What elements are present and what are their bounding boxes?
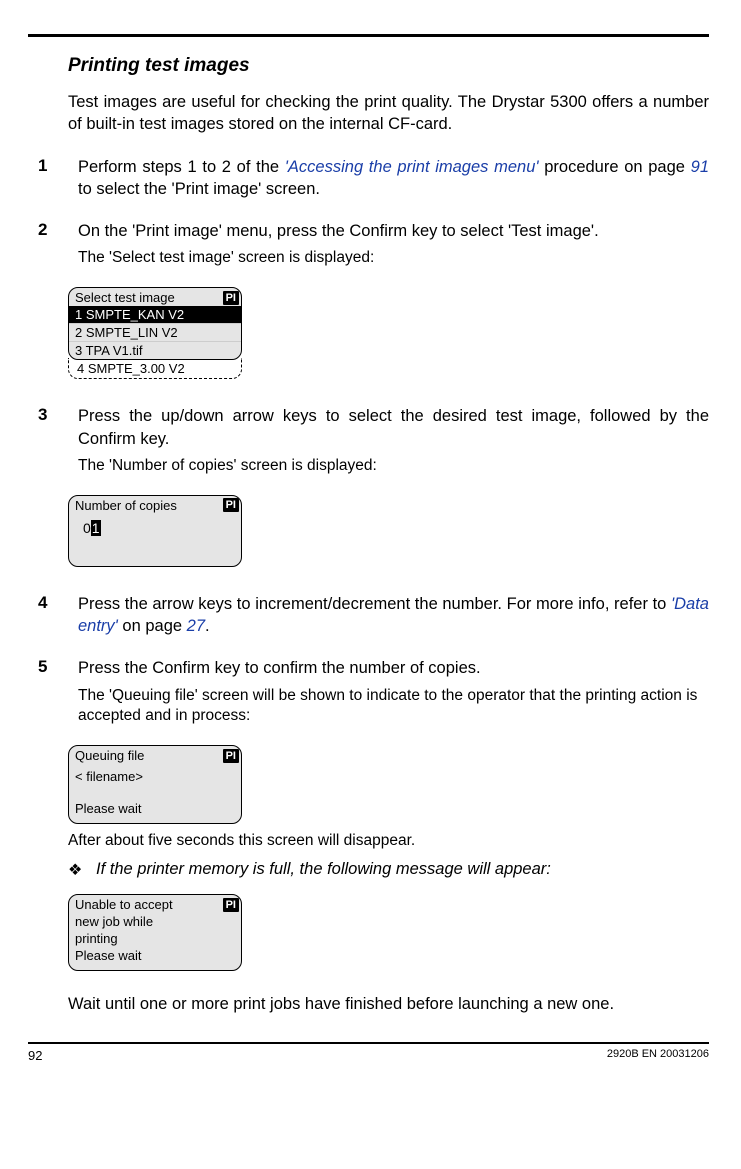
lcd-body: < filename> Please wait (69, 764, 241, 823)
step-2: 2 On the 'Print image' menu, press the C… (28, 220, 709, 279)
step-number: 3 (28, 405, 78, 486)
lcd-unable-to-accept: Unable to accept PI new job while printi… (68, 894, 242, 971)
lcd-row-selected: 1 SMPTE_KAN V2 (69, 306, 241, 323)
page-number: 92 (28, 1048, 56, 1063)
lcd-title: Select test image (75, 290, 219, 305)
lcd-title: Number of copies (75, 498, 219, 513)
section-title: Printing test images (68, 55, 709, 77)
intro-text: Test images are useful for checking the … (68, 91, 709, 136)
copies-value: 01 (69, 514, 241, 546)
digit-highlight: 1 (91, 520, 101, 536)
step-number: 5 (28, 657, 78, 737)
lcd-line: < filename> (75, 768, 235, 785)
lcd-frame: Number of copies PI 01 (68, 495, 242, 567)
step-3: 3 Press the up/down arrow keys to select… (28, 405, 709, 486)
after-screen-text: After about five seconds this screen wil… (68, 832, 709, 850)
pi-badge: PI (223, 749, 239, 763)
lcd-line: Please wait (75, 800, 235, 817)
text: Press the arrow keys to increment/decrem… (78, 595, 671, 613)
step-body: Perform steps 1 to 2 of the 'Accessing t… (78, 156, 709, 201)
sub-text: The 'Queuing file' screen will be shown … (78, 686, 709, 728)
lcd-header: Select test image PI (69, 288, 241, 306)
step-1: 1 Perform steps 1 to 2 of the 'Accessing… (28, 156, 709, 201)
text: on page (118, 617, 187, 635)
sub-text: The 'Select test image' screen is displa… (78, 248, 709, 269)
step-body: Press the arrow keys to increment/decrem… (78, 593, 709, 638)
footer: 92 2920B EN 20031206 (28, 1046, 709, 1073)
text: On the 'Print image' menu, press the Con… (78, 222, 599, 240)
step-body: Press the up/down arrow keys to select t… (78, 405, 709, 486)
lcd-line: new job while (75, 913, 235, 930)
lcd-row: 4 SMPTE_3.00 V2 (69, 360, 241, 378)
lcd-header: Unable to accept PI (69, 895, 241, 913)
lcd-title: Queuing file (75, 748, 219, 763)
pi-badge: PI (223, 898, 239, 912)
step-body: Press the Confirm key to confirm the num… (78, 657, 709, 737)
step-5: 5 Press the Confirm key to confirm the n… (28, 657, 709, 737)
text: to select the 'Print image' screen. (78, 180, 320, 198)
doc-id: 2920B EN 20031206 (56, 1048, 709, 1063)
step-body: On the 'Print image' menu, press the Con… (78, 220, 709, 279)
lcd-body: new job while printing Please wait (69, 913, 241, 970)
page-ref-27[interactable]: 27 (187, 617, 205, 635)
lcd-line: printing (75, 930, 235, 947)
closing-text: Wait until one or more print jobs have f… (68, 993, 709, 1015)
lcd-frame: Select test image PI 1 SMPTE_KAN V2 2 SM… (68, 287, 242, 360)
text: Press the up/down arrow keys to select t… (78, 407, 709, 447)
step-number: 1 (28, 156, 78, 201)
note: ❖ If the printer memory is full, the fol… (68, 860, 709, 880)
lcd-frame: Unable to accept PI new job while printi… (68, 894, 242, 971)
lcd-row: 2 SMPTE_LIN V2 (69, 323, 241, 341)
footer-rule (28, 1042, 709, 1044)
step-number: 2 (28, 220, 78, 279)
pi-badge: PI (223, 291, 239, 305)
lcd-title: Unable to accept (75, 897, 219, 912)
top-rule (28, 34, 709, 37)
lcd-header: Queuing file PI (69, 746, 241, 764)
sub-text: The 'Number of copies' screen is display… (78, 456, 709, 477)
text: . (205, 617, 210, 635)
text: Perform steps 1 to 2 of the (78, 158, 285, 176)
lcd-row: 3 TPA V1.tif (69, 341, 241, 359)
lcd-overflow: 4 SMPTE_3.00 V2 (68, 358, 242, 379)
step-4: 4 Press the arrow keys to increment/decr… (28, 593, 709, 638)
pi-badge: PI (223, 498, 239, 512)
lcd-line: Please wait (75, 947, 235, 964)
page-ref-91[interactable]: 91 (691, 158, 709, 176)
link-accessing-menu[interactable]: 'Accessing the print images menu' (285, 158, 539, 176)
text: Press the Confirm key to confirm the num… (78, 659, 481, 677)
lcd-frame: Queuing file PI < filename> Please wait (68, 745, 242, 824)
diamond-icon: ❖ (68, 860, 96, 880)
digit: 0 (83, 520, 91, 536)
note-text: If the printer memory is full, the follo… (96, 860, 709, 879)
step-number: 4 (28, 593, 78, 638)
lcd-select-test-image: Select test image PI 1 SMPTE_KAN V2 2 SM… (68, 287, 242, 379)
lcd-number-of-copies: Number of copies PI 01 (68, 495, 242, 567)
lcd-header: Number of copies PI (69, 496, 241, 514)
lcd-queuing-file: Queuing file PI < filename> Please wait (68, 745, 242, 824)
text: procedure on page (539, 158, 691, 176)
